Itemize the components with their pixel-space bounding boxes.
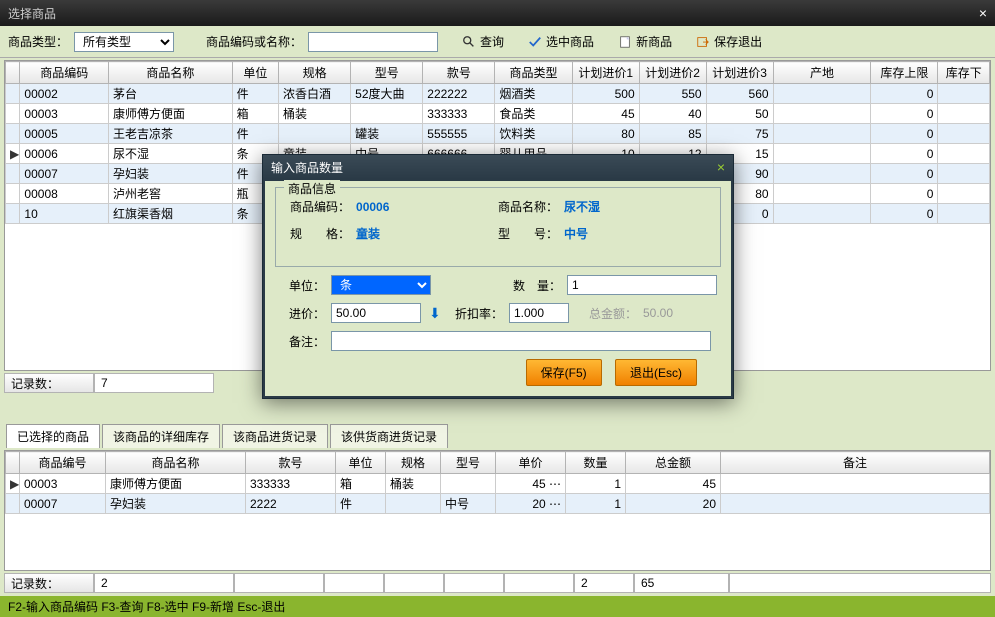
record-label: 记录数： — [4, 373, 94, 393]
status-bar: F2-输入商品编码 F3-查询 F8-选中 F9-新增 Esc-退出 — [0, 596, 995, 617]
qty-input[interactable] — [567, 275, 717, 295]
exit-button[interactable]: 退出(Esc) — [615, 359, 697, 386]
titlebar: 选择商品 × — [0, 0, 995, 26]
save-exit-icon — [696, 35, 710, 49]
column-header[interactable]: 型号 — [351, 62, 423, 84]
discount-label: 折扣率： — [453, 305, 503, 322]
column-header[interactable]: 单位 — [232, 62, 278, 84]
discount-input[interactable] — [509, 303, 569, 323]
column-header[interactable]: 商品编码 — [20, 62, 109, 84]
column-header[interactable]: 规格 — [279, 62, 351, 84]
select-product-button[interactable]: 选中商品 — [528, 33, 594, 50]
record-count-bottom: 2 — [94, 573, 234, 593]
tab-purchase-history[interactable]: 该商品进货记录 — [222, 424, 328, 448]
column-header[interactable]: 库存上限 — [871, 62, 938, 84]
column-header[interactable]: 总金额 — [626, 452, 721, 474]
column-header[interactable]: 数量 — [566, 452, 626, 474]
table-row[interactable]: 00007孕妇装2222件中号20 ⋯120 — [6, 494, 990, 514]
type-label: 商品类型： — [8, 33, 68, 50]
column-header[interactable] — [6, 452, 20, 474]
column-header[interactable]: 计划进价1 — [572, 62, 639, 84]
sum-total: 65 — [634, 573, 729, 593]
unit-label: 单位： — [275, 277, 325, 294]
column-header[interactable]: 商品名称 — [109, 62, 233, 84]
record-label-bottom: 记录数： — [4, 573, 94, 593]
column-header[interactable]: 单价 — [496, 452, 566, 474]
table-row[interactable]: 00002茅台件浓香白酒52度大曲222222烟酒类5005505600 — [6, 84, 990, 104]
tabs: 已选择的商品 该商品的详细库存 该商品进货记录 该供货商进货记录 — [0, 424, 995, 448]
column-header[interactable]: 产地 — [773, 62, 871, 84]
column-header[interactable]: 规格 — [386, 452, 441, 474]
modal-titlebar: 输入商品数量 × — [263, 155, 733, 179]
table-row[interactable]: ▶00003康师傅方便面333333箱桶装45 ⋯145 — [6, 474, 990, 494]
column-header[interactable]: 款号 — [246, 452, 336, 474]
query-button[interactable]: 查询 — [462, 33, 504, 50]
modal-title: 输入商品数量 — [271, 159, 343, 176]
column-header[interactable]: 型号 — [441, 452, 496, 474]
save-button[interactable]: 保存(F5) — [526, 359, 602, 386]
modal-spec: 童装 — [356, 225, 380, 242]
total-value: 50.00 — [643, 306, 673, 320]
type-select[interactable]: 所有类型 — [74, 32, 174, 52]
arrow-down-icon[interactable]: ⬇ — [429, 305, 445, 321]
column-header[interactable]: 商品类型 — [495, 62, 572, 84]
price-input[interactable] — [331, 303, 421, 323]
modal-code-label: 商品编码： — [290, 198, 350, 215]
save-exit-button[interactable]: 保存退出 — [696, 33, 762, 50]
column-header[interactable]: 单位 — [336, 452, 386, 474]
document-icon — [618, 35, 632, 49]
remark-input[interactable] — [331, 331, 711, 351]
table-row[interactable]: 00003康师傅方便面箱桶装333333食品类4540500 — [6, 104, 990, 124]
modal-model: 中号 — [564, 225, 588, 242]
table-row[interactable]: 00005王老吉凉茶件罐装555555饮料类8085750 — [6, 124, 990, 144]
modal-spec-label: 规 格： — [290, 225, 350, 242]
column-header[interactable]: 计划进价3 — [706, 62, 773, 84]
column-header[interactable]: 款号 — [423, 62, 495, 84]
tab-selected-products[interactable]: 已选择的商品 — [6, 424, 100, 448]
modal-code: 00006 — [356, 200, 389, 214]
window-title: 选择商品 — [8, 5, 56, 22]
tab-stock-detail[interactable]: 该商品的详细库存 — [102, 424, 220, 448]
qty-label: 数 量： — [501, 277, 561, 294]
new-product-button[interactable]: 新商品 — [618, 33, 672, 50]
check-icon — [528, 35, 542, 49]
total-label: 总金额： — [587, 305, 637, 322]
remark-label: 备注： — [275, 333, 325, 350]
sum-qty: 2 — [574, 573, 634, 593]
toolbar: 商品类型： 所有类型 商品编码或名称： 查询 选中商品 新商品 保存退出 — [0, 26, 995, 58]
selected-table[interactable]: 商品编号商品名称款号单位规格型号单价数量总金额备注 ▶00003康师傅方便面33… — [5, 451, 990, 514]
column-header[interactable]: 备注 — [721, 452, 990, 474]
record-bar-bottom: 记录数： 2 2 65 — [4, 572, 991, 594]
column-header[interactable]: 计划进价2 — [639, 62, 706, 84]
column-header[interactable]: 商品编号 — [20, 452, 106, 474]
modal-close-icon[interactable]: × — [717, 159, 725, 175]
modal-model-label: 型 号： — [498, 225, 558, 242]
tab-supplier-history[interactable]: 该供货商进货记录 — [330, 424, 448, 448]
product-info-group: 商品信息 商品编码：00006 商品名称：尿不湿 规 格：童装 型 号：中号 — [275, 187, 721, 267]
search-icon — [462, 35, 476, 49]
price-label: 进价： — [275, 305, 325, 322]
record-count: 7 — [94, 373, 214, 393]
status-text: F2-输入商品编码 F3-查询 F8-选中 F9-新增 Esc-退出 — [8, 598, 285, 615]
code-label: 商品编码或名称： — [206, 33, 302, 50]
quantity-modal: 输入商品数量 × 商品信息 商品编码： 00006 商品名称： 尿不湿 规 格： 童装… — [262, 154, 734, 399]
modal-name: 尿不湿 — [564, 198, 600, 215]
column-header[interactable]: 库存下 — [938, 62, 990, 84]
close-icon[interactable]: × — [979, 5, 987, 21]
column-header[interactable]: 商品名称 — [106, 452, 246, 474]
search-input[interactable] — [308, 32, 438, 52]
fieldset-legend: 商品信息 — [284, 180, 340, 197]
column-header[interactable] — [6, 62, 20, 84]
modal-name-label: 商品名称： — [498, 198, 558, 215]
unit-select[interactable]: 条 — [331, 275, 431, 295]
